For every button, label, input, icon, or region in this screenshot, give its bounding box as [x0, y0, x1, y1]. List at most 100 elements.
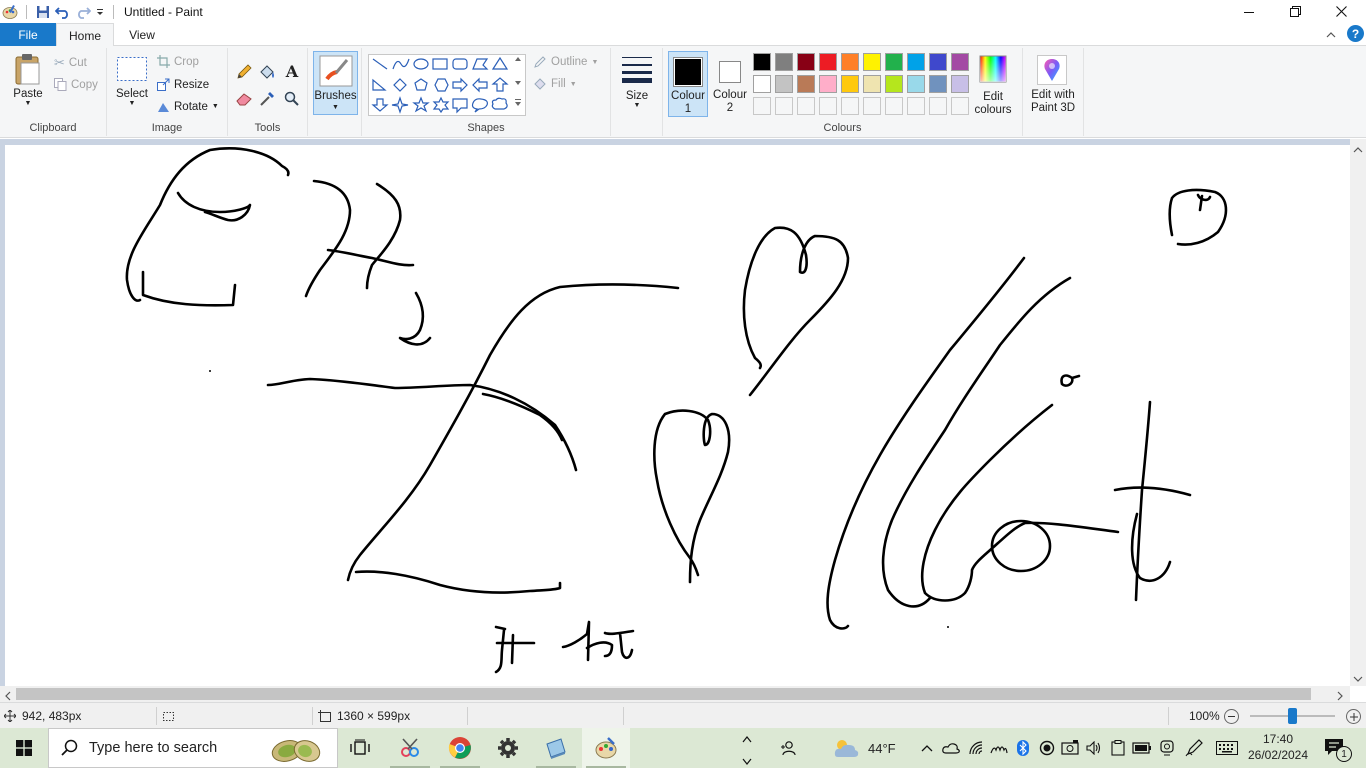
- minimize-button[interactable]: [1226, 0, 1272, 23]
- taskbar-overflow-up-icon[interactable]: [742, 732, 754, 743]
- palette-swatch[interactable]: [885, 53, 903, 71]
- scroll-right-icon[interactable]: [1336, 690, 1344, 701]
- paint-app-icon[interactable]: [0, 2, 20, 22]
- palette-swatch-empty[interactable]: [929, 97, 947, 115]
- size-button[interactable]: Size ▼: [617, 54, 657, 109]
- undo-icon[interactable]: [53, 2, 73, 22]
- palette-swatch[interactable]: [841, 53, 859, 71]
- horizontal-scrollbar[interactable]: [0, 686, 1350, 702]
- zoom-out-button[interactable]: [1224, 709, 1239, 724]
- resize-button[interactable]: Resize: [157, 78, 209, 91]
- pencil-icon[interactable]: [235, 63, 253, 81]
- taskbar-search-box[interactable]: Type here to search: [48, 728, 338, 768]
- paste-button[interactable]: Paste ▼: [8, 52, 48, 107]
- palette-swatch[interactable]: [907, 53, 925, 71]
- palette-swatch[interactable]: [863, 53, 881, 71]
- rotate-button[interactable]: Rotate ▼: [157, 100, 219, 113]
- camera-tray-icon[interactable]: [1060, 738, 1080, 758]
- vertical-scrollbar[interactable]: [1350, 139, 1366, 686]
- volume-icon[interactable]: [1084, 738, 1104, 758]
- palette-swatch[interactable]: [797, 75, 815, 93]
- select-dropdown-icon[interactable]: ▼: [129, 100, 136, 107]
- text-tool-icon[interactable]: A: [283, 62, 301, 81]
- zoom-slider[interactable]: [1250, 708, 1335, 724]
- palette-swatch[interactable]: [797, 53, 815, 71]
- palette-swatch-empty[interactable]: [753, 97, 771, 115]
- collapse-ribbon-icon[interactable]: [1326, 28, 1338, 40]
- scroll-down-icon[interactable]: [1353, 672, 1363, 682]
- crop-button[interactable]: Crop: [157, 55, 199, 68]
- scroll-left-icon[interactable]: [4, 690, 12, 701]
- scroll-up-icon[interactable]: [1353, 143, 1363, 153]
- edit-with-paint3d-button[interactable]: Edit with Paint 3D: [1025, 51, 1081, 117]
- palette-swatch[interactable]: [753, 75, 771, 93]
- cut-button[interactable]: ✂ Cut: [54, 55, 87, 71]
- palette-swatch[interactable]: [951, 53, 969, 71]
- taskbar-app-chrome[interactable]: [436, 728, 484, 768]
- zoom-in-button[interactable]: [1346, 709, 1361, 724]
- palette-swatch[interactable]: [929, 75, 947, 93]
- taskbar-clock[interactable]: 17:40 26/02/2024: [1246, 731, 1310, 765]
- palette-swatch[interactable]: [819, 53, 837, 71]
- start-button[interactable]: [0, 728, 48, 768]
- magnifier-icon[interactable]: [283, 90, 301, 108]
- taskbar-overflow-down-icon[interactable]: [742, 754, 754, 765]
- palette-swatch-empty[interactable]: [819, 97, 837, 115]
- taskbar-app-snipping[interactable]: [386, 728, 434, 768]
- horizontal-scroll-thumb[interactable]: [16, 688, 1311, 700]
- maximize-button[interactable]: [1272, 0, 1318, 23]
- palette-swatch-empty[interactable]: [907, 97, 925, 115]
- colour-picker-icon[interactable]: [258, 90, 276, 108]
- paste-dropdown-icon[interactable]: ▼: [25, 100, 32, 107]
- task-view-button[interactable]: [336, 728, 384, 768]
- close-button[interactable]: [1318, 0, 1364, 23]
- tab-home[interactable]: Home: [56, 23, 114, 47]
- webcam-tray-icon[interactable]: [1157, 738, 1177, 758]
- tab-file[interactable]: File: [0, 23, 56, 46]
- colour2-button[interactable]: Colour 2: [710, 51, 750, 117]
- pen-tray-icon[interactable]: [1184, 738, 1204, 758]
- wifi-icon[interactable]: [966, 738, 986, 758]
- fill-bucket-icon[interactable]: [258, 63, 276, 81]
- select-button[interactable]: Select ▼: [115, 56, 149, 107]
- onedrive-icon[interactable]: [941, 738, 961, 758]
- outline-button[interactable]: Outline ▼: [533, 55, 598, 69]
- rotate-dropdown-icon[interactable]: ▼: [212, 103, 219, 110]
- fill-button[interactable]: Fill ▼: [533, 77, 577, 91]
- brushes-button[interactable]: Brushes ▼: [313, 51, 358, 115]
- taskbar-app-settings[interactable]: [484, 728, 532, 768]
- notification-center-button[interactable]: 1: [1318, 734, 1360, 762]
- fill-dropdown-icon[interactable]: ▼: [570, 81, 577, 88]
- tab-view[interactable]: View: [114, 23, 170, 46]
- weather-widget[interactable]: 44°F: [832, 736, 902, 760]
- palette-swatch[interactable]: [841, 75, 859, 93]
- edit-colours-button[interactable]: Edit colours: [974, 53, 1012, 117]
- palette-swatch[interactable]: [863, 75, 881, 93]
- palette-swatch[interactable]: [775, 75, 793, 93]
- redo-icon[interactable]: [73, 2, 93, 22]
- shapes-gallery[interactable]: [368, 54, 526, 116]
- palette-swatch[interactable]: [929, 53, 947, 71]
- drawing-canvas[interactable]: [5, 145, 1350, 686]
- network-usage-icon[interactable]: [989, 738, 1009, 758]
- palette-swatch-empty[interactable]: [797, 97, 815, 115]
- colour1-button[interactable]: Colour 1: [668, 51, 708, 117]
- show-hidden-icons-chevron-icon[interactable]: [917, 738, 937, 758]
- touch-keyboard-icon[interactable]: [1215, 738, 1239, 758]
- palette-swatch[interactable]: [885, 75, 903, 93]
- eraser-icon[interactable]: [235, 90, 253, 108]
- copy-button[interactable]: Copy: [54, 78, 98, 91]
- people-icon[interactable]: [778, 738, 798, 758]
- customize-quick-access-icon[interactable]: [93, 2, 107, 22]
- palette-swatch[interactable]: [819, 75, 837, 93]
- palette-swatch[interactable]: [951, 75, 969, 93]
- size-dropdown-icon[interactable]: ▼: [634, 102, 641, 109]
- taskbar-app-file-viewer[interactable]: [532, 728, 580, 768]
- palette-swatch[interactable]: [907, 75, 925, 93]
- help-icon[interactable]: ?: [1347, 25, 1364, 42]
- palette-swatch-empty[interactable]: [775, 97, 793, 115]
- palette-swatch-empty[interactable]: [863, 97, 881, 115]
- palette-swatch-empty[interactable]: [951, 97, 969, 115]
- palette-swatch-empty[interactable]: [885, 97, 903, 115]
- taskbar-app-paint[interactable]: [582, 728, 630, 768]
